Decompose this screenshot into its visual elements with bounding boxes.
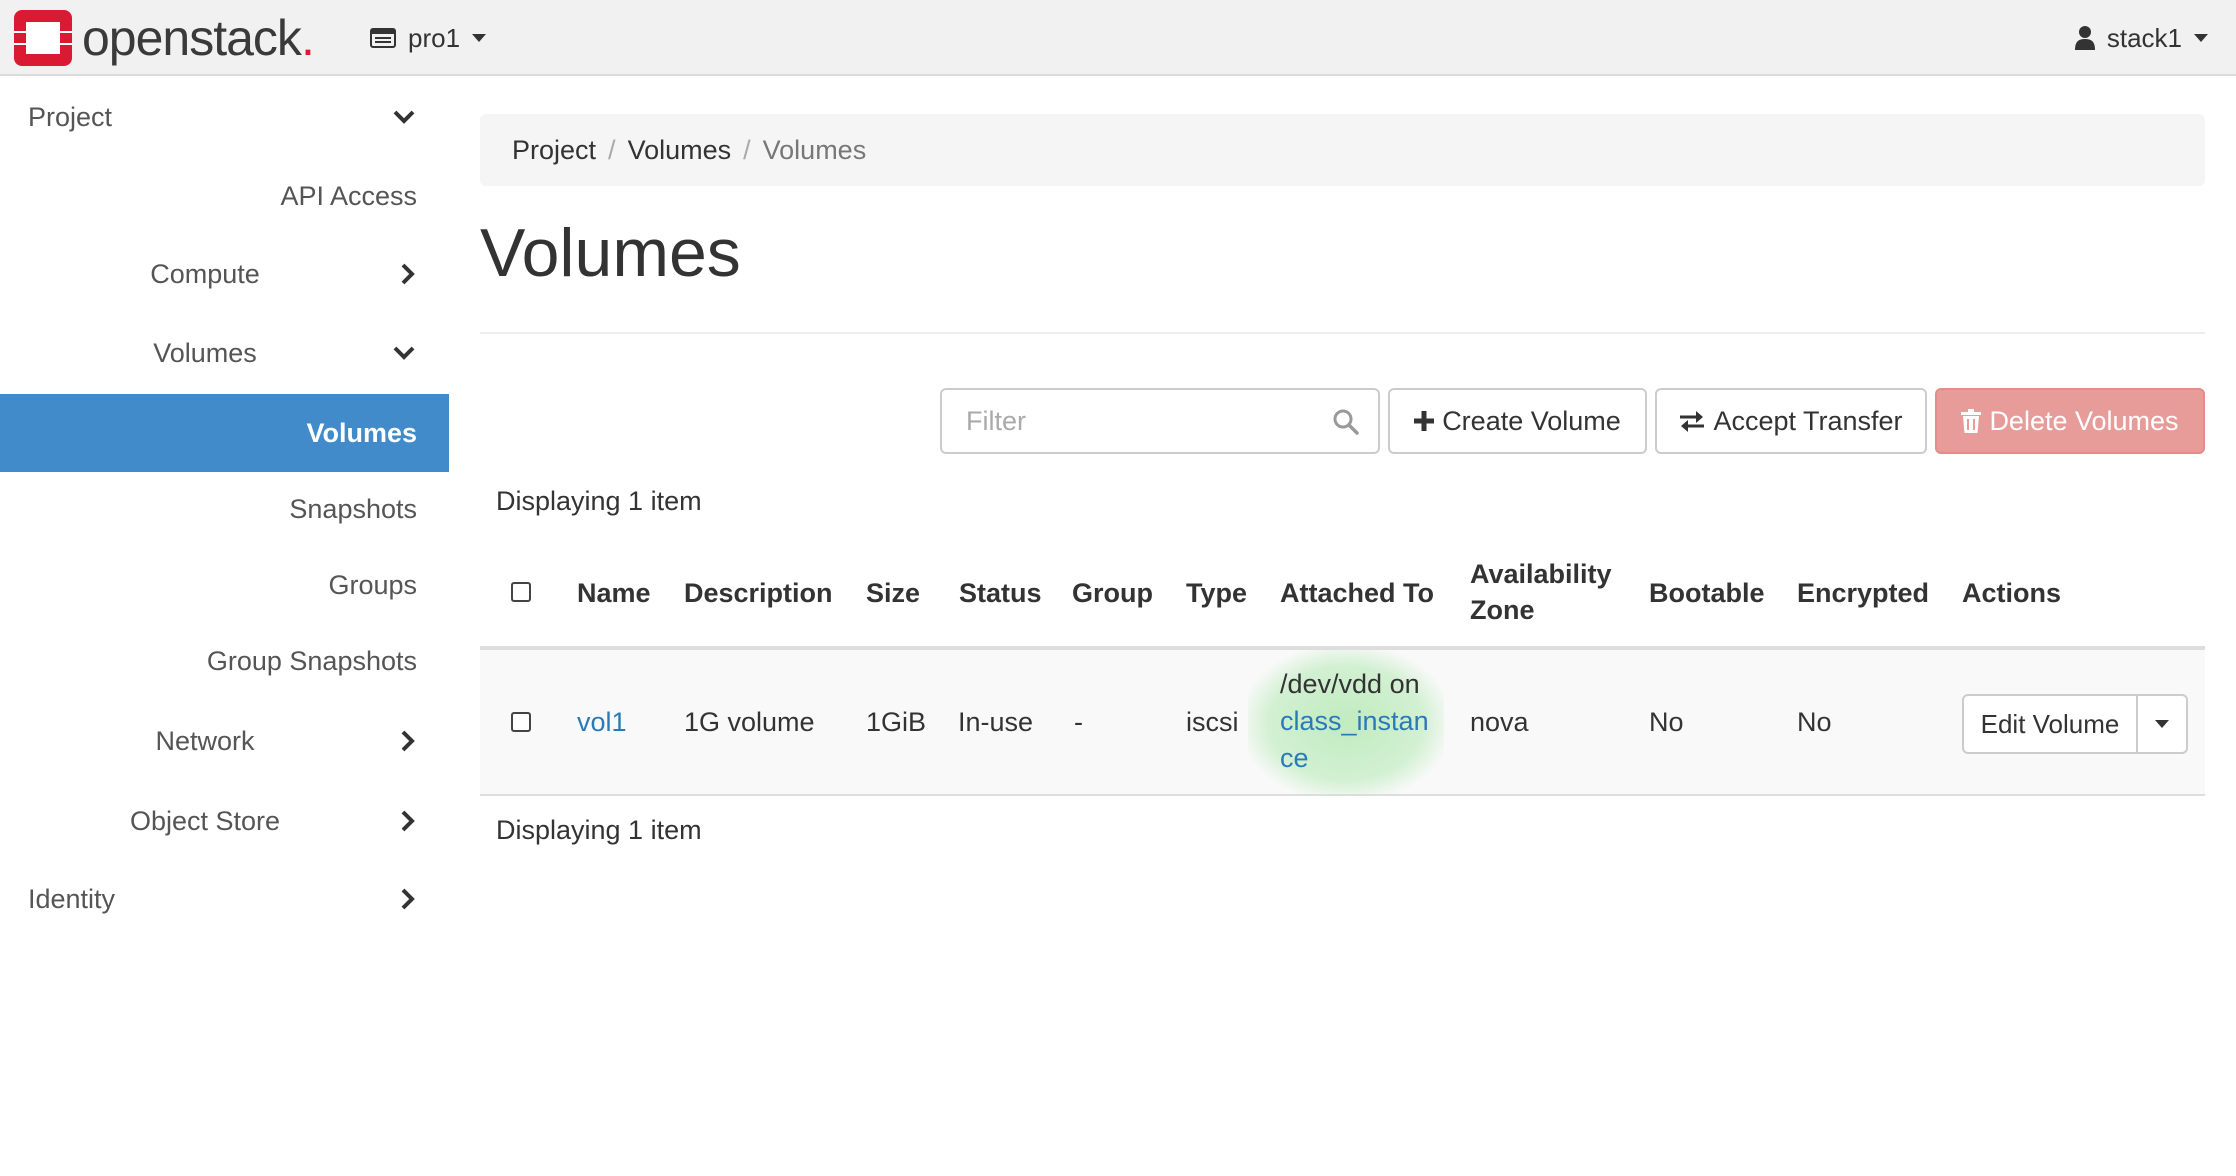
edit-volume-button[interactable]: Edit Volume	[1962, 694, 2138, 754]
chevron-right-icon	[401, 702, 415, 780]
chevron-down-icon	[2155, 720, 2169, 728]
trash-icon	[1961, 409, 1982, 433]
sidebar-item-volumes-group[interactable]: Volumes	[0, 314, 449, 392]
sidebar-item-identity[interactable]: Identity	[0, 860, 449, 938]
chevron-down-icon	[393, 314, 415, 392]
breadcrumb-separator: /	[743, 134, 751, 165]
volume-bootable: No	[1649, 707, 1684, 737]
volume-status: In-use	[958, 707, 1034, 737]
sidebar-item-snapshots[interactable]: Snapshots	[0, 470, 449, 548]
item-count-top: Displaying 1 item	[496, 486, 702, 516]
row-actions: Edit Volume	[1962, 694, 2188, 754]
select-all-checkbox[interactable]	[511, 582, 531, 602]
volume-name-link[interactable]: vol1	[577, 704, 627, 741]
project-name: pro1	[408, 22, 461, 53]
sidebar-item-compute[interactable]: Compute	[0, 235, 449, 313]
chevron-down-icon	[393, 78, 415, 156]
row-select-checkbox[interactable]	[511, 712, 531, 732]
chevron-right-icon	[401, 782, 415, 860]
breadcrumb-volumes[interactable]: Volumes	[628, 135, 732, 166]
column-header-status[interactable]: Status	[959, 575, 1042, 611]
breadcrumb-project[interactable]: Project	[512, 135, 596, 166]
volume-attached-to: /dev/vdd on class_instan ce	[1280, 666, 1429, 777]
column-header-size[interactable]: Size	[866, 575, 920, 611]
project-switch-icon	[370, 28, 396, 48]
sidebar-item-network[interactable]: Network	[0, 702, 449, 780]
delete-volumes-button[interactable]: Delete Volumes	[1935, 388, 2205, 454]
page-title: Volumes	[480, 215, 741, 291]
brand-name: openstack.	[82, 10, 315, 66]
chevron-right-icon	[401, 860, 415, 938]
column-header-group[interactable]: Group	[1072, 575, 1153, 611]
top-navbar: openstack. pro1 stack1	[0, 0, 2236, 76]
actions-dropdown-toggle[interactable]	[2138, 694, 2188, 754]
filter-field[interactable]	[940, 388, 1380, 454]
create-volume-button[interactable]: Create Volume	[1388, 388, 1647, 454]
project-switcher[interactable]: pro1	[370, 20, 487, 56]
sidebar-item-group-snapshots[interactable]: Group Snapshots	[0, 622, 449, 700]
breadcrumb: Project / Volumes / Volumes	[480, 114, 2205, 186]
column-header-type[interactable]: Type	[1186, 575, 1247, 611]
chevron-right-icon	[401, 235, 415, 313]
attached-device: /dev/vdd on	[1280, 669, 1420, 699]
volume-group: -	[1074, 707, 1083, 737]
volume-type: iscsi	[1186, 707, 1239, 737]
title-divider	[480, 332, 2205, 334]
column-header-name[interactable]: Name	[577, 575, 651, 611]
user-name: stack1	[2106, 22, 2182, 53]
filter-input[interactable]	[942, 390, 1302, 452]
volume-availability-zone: nova	[1470, 707, 1529, 737]
chevron-down-icon	[472, 34, 487, 42]
search-icon[interactable]	[1332, 408, 1360, 441]
item-count-bottom: Displaying 1 item	[496, 815, 702, 845]
openstack-logo-icon	[14, 10, 72, 66]
plus-icon	[1414, 411, 1435, 431]
volume-encrypted: No	[1797, 707, 1832, 737]
column-header-encrypted[interactable]: Encrypted	[1797, 575, 1929, 611]
openstack-logo[interactable]: openstack.	[14, 10, 315, 66]
chevron-down-icon	[2194, 34, 2208, 42]
sidebar-item-volumes[interactable]: Volumes	[0, 394, 449, 472]
sidebar-item-groups[interactable]: Groups	[0, 546, 449, 624]
column-header-availability-zone[interactable]: Availability Zone	[1470, 556, 1612, 628]
column-header-attached-to[interactable]: Attached To	[1280, 575, 1434, 611]
sidebar-item-api-access[interactable]: API Access	[0, 157, 449, 235]
user-menu[interactable]: stack1	[2074, 20, 2208, 56]
attached-instance-link[interactable]: class_instan ce	[1280, 703, 1429, 777]
exchange-icon	[1679, 410, 1705, 432]
breadcrumb-current: Volumes	[762, 134, 867, 165]
volume-size: 1GiB	[866, 707, 927, 737]
column-header-bootable[interactable]: Bootable	[1649, 575, 1765, 611]
sidebar-item-object-store[interactable]: Object Store	[0, 782, 449, 860]
user-icon	[2074, 26, 2095, 50]
sidebar-item-project[interactable]: Project	[0, 78, 449, 156]
column-header-actions: Actions	[1962, 578, 2062, 608]
accept-transfer-button[interactable]: Accept Transfer	[1655, 388, 1927, 454]
breadcrumb-separator: /	[608, 134, 616, 165]
volume-description: 1G volume	[684, 707, 815, 737]
column-header-description[interactable]: Description	[684, 575, 833, 611]
